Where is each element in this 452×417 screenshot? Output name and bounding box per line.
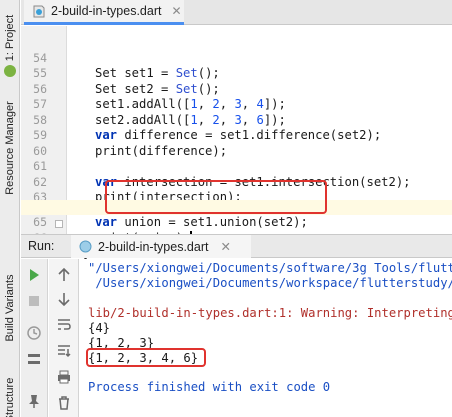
resource-manager-tab[interactable]: Resource Manager — [4, 101, 16, 195]
code-line: 57 set2.addAll([1, 2, 3, 6]); — [33, 97, 286, 127]
project-tab[interactable]: 1: Project — [4, 15, 16, 61]
android-icon[interactable] — [3, 64, 17, 78]
console-line: {4} — [88, 321, 111, 335]
highlight-box-output — [86, 348, 206, 367]
code-line: 60 — [33, 143, 47, 158]
code-line: 61 var intersection = set1.intersection(… — [33, 159, 411, 189]
editor-tab-title: 2-build-in-types.dart — [51, 4, 162, 18]
fold-marker-icon[interactable] — [55, 220, 63, 228]
arrow-up-icon[interactable] — [56, 267, 72, 283]
highlight-box-code — [105, 180, 327, 214]
run-label: Run: — [28, 239, 55, 253]
dump-threads-icon[interactable] — [26, 351, 42, 367]
dart-file-icon — [33, 5, 45, 17]
run-toolbar-secondary — [49, 259, 79, 417]
close-icon[interactable]: ✕ — [220, 239, 230, 254]
console-line[interactable]: "/Users/xiongwei/Documents/software/3g T… — [88, 261, 452, 276]
clock-icon[interactable] — [26, 325, 42, 341]
run-config-tab[interactable]: 2-build-in-types.dart ✕ — [71, 235, 251, 258]
code-line: 58 var difference = set1.difference(set2… — [33, 112, 382, 143]
code-editor[interactable]: 54 Set set1 = Set(); 55 Set set2 = Set()… — [21, 26, 452, 261]
code-line: 55 Set set2 = Set(); — [33, 66, 220, 96]
structure-tab[interactable]: Structure — [4, 378, 16, 417]
console-line: Process finished with exit code 0 — [88, 380, 331, 394]
console-line[interactable]: /Users/xiongwei/Documents/workspace/flut… — [88, 276, 452, 291]
arrow-down-icon[interactable] — [56, 291, 72, 307]
trash-icon[interactable] — [56, 395, 72, 411]
code-line: 56 set1.addAll([1, 2, 3, 4]); — [33, 81, 286, 112]
code-line: 62 print(intersection); — [33, 174, 242, 205]
editor-tab-bar: 2-build-in-types.dart ✕ — [21, 0, 452, 25]
code-line: 59 print(difference); — [33, 128, 228, 158]
run-icon[interactable] — [26, 267, 42, 283]
scroll-to-end-icon[interactable] — [56, 343, 72, 359]
run-panel-header: Run: 2-build-in-types.dart ✕ — [21, 234, 452, 258]
run-toolbar-primary — [21, 259, 48, 417]
close-icon[interactable]: ✕ — [171, 4, 181, 18]
console-output[interactable]: "/Users/xiongwei/Documents/software/3g T… — [80, 259, 452, 417]
code-line: 66 } — [21, 215, 452, 261]
pin-icon[interactable] — [26, 393, 42, 409]
stop-icon[interactable] — [26, 293, 42, 309]
left-tool-strip: 1: Project Resource Manager Build Varian… — [0, 0, 20, 417]
editor-file-tab[interactable]: 2-build-in-types.dart ✕ — [24, 0, 184, 25]
run-tab-title: 2-build-in-types.dart — [98, 239, 209, 254]
console-line: lib/2-build-in-types.dart:1: Warning: In… — [88, 306, 452, 320]
build-variants-tab[interactable]: Build Variants — [4, 274, 16, 341]
code-line: 54 Set set1 = Set(); — [33, 50, 220, 81]
dart-run-icon — [79, 240, 92, 253]
soft-wrap-icon[interactable] — [56, 317, 72, 333]
print-icon[interactable] — [56, 369, 72, 385]
